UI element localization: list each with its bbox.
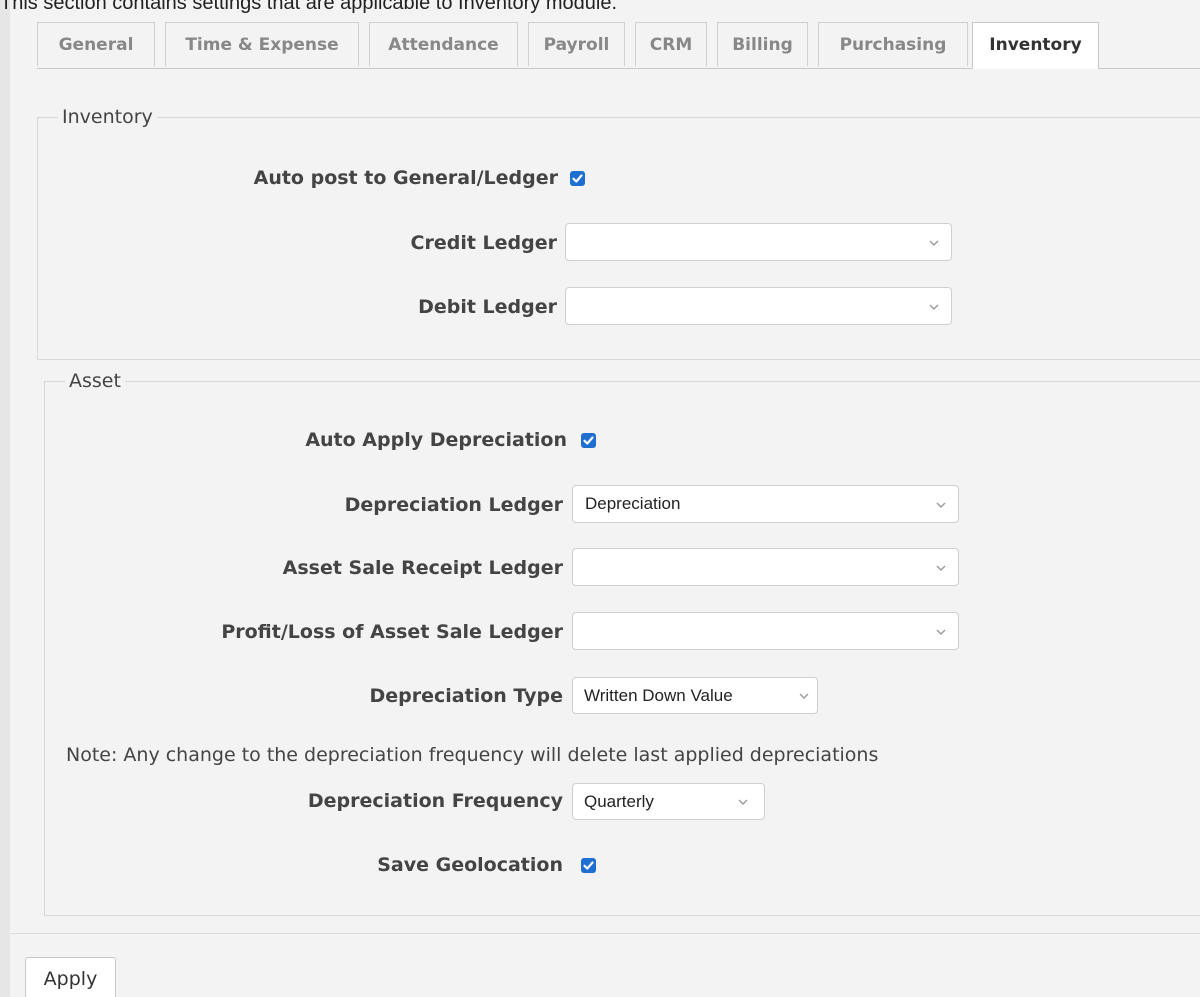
auto-post-label: Auto post to General/Ledger [253,167,558,189]
auto-apply-depreciation-checkbox[interactable] [581,433,596,448]
depreciation-frequency-note: Note: Any change to the depreciation fre… [66,744,879,766]
form-divider [10,933,1200,934]
section-description: This section contains settings that are … [0,0,618,14]
depreciation-type-label: Depreciation Type [369,685,563,707]
auto-apply-depreciation-label: Auto Apply Depreciation [305,429,567,451]
asset-sale-receipt-ledger-label: Asset Sale Receipt Ledger [282,557,563,579]
checkmark-icon [583,861,594,870]
checkmark-icon [583,436,594,445]
profit-loss-ledger-select[interactable] [572,612,959,650]
tab-time-expense[interactable]: Time & Expense [165,22,359,66]
chevron-down-icon [936,629,946,635]
chevron-down-icon [738,799,748,805]
tab-payroll[interactable]: Payroll [528,22,625,66]
tab-crm[interactable]: CRM [635,22,707,66]
tab-general[interactable]: General [37,22,155,66]
settings-page: This section contains settings that are … [0,0,1200,997]
depreciation-ledger-label: Depreciation Ledger [344,494,563,516]
checkmark-icon [572,174,583,183]
save-geolocation-label: Save Geolocation [377,854,563,876]
depreciation-frequency-select[interactable]: Quarterly [572,783,765,820]
debit-ledger-select[interactable] [565,287,952,325]
depreciation-type-value: Written Down Value [584,686,733,705]
debit-ledger-label: Debit Ledger [418,296,557,318]
depreciation-ledger-select[interactable]: Depreciation [572,485,959,523]
chevron-down-icon [799,693,809,699]
depreciation-ledger-value: Depreciation [585,494,681,513]
tab-purchasing[interactable]: Purchasing [818,22,968,66]
inventory-legend: Inventory [58,104,157,130]
tab-attendance[interactable]: Attendance [369,22,518,66]
chevron-down-icon [929,304,939,310]
save-geolocation-checkbox[interactable] [581,858,596,873]
chevron-down-icon [936,565,946,571]
left-edge-strip [0,0,10,997]
tab-billing[interactable]: Billing [717,22,808,66]
credit-ledger-select[interactable] [565,223,952,261]
profit-loss-ledger-label: Profit/Loss of Asset Sale Ledger [221,621,563,643]
chevron-down-icon [936,502,946,508]
depreciation-type-select[interactable]: Written Down Value [572,677,818,714]
chevron-down-icon [929,240,939,246]
depreciation-frequency-label: Depreciation Frequency [307,790,563,812]
settings-tabbar: General Time & Expense Attendance Payrol… [37,22,1200,69]
asset-sale-receipt-ledger-select[interactable] [572,548,959,586]
tab-inventory[interactable]: Inventory [972,22,1099,69]
auto-post-checkbox[interactable] [570,171,585,186]
asset-legend: Asset [65,368,125,394]
depreciation-frequency-value: Quarterly [584,792,654,811]
credit-ledger-label: Credit Ledger [410,232,557,254]
apply-button[interactable]: Apply [25,957,116,997]
